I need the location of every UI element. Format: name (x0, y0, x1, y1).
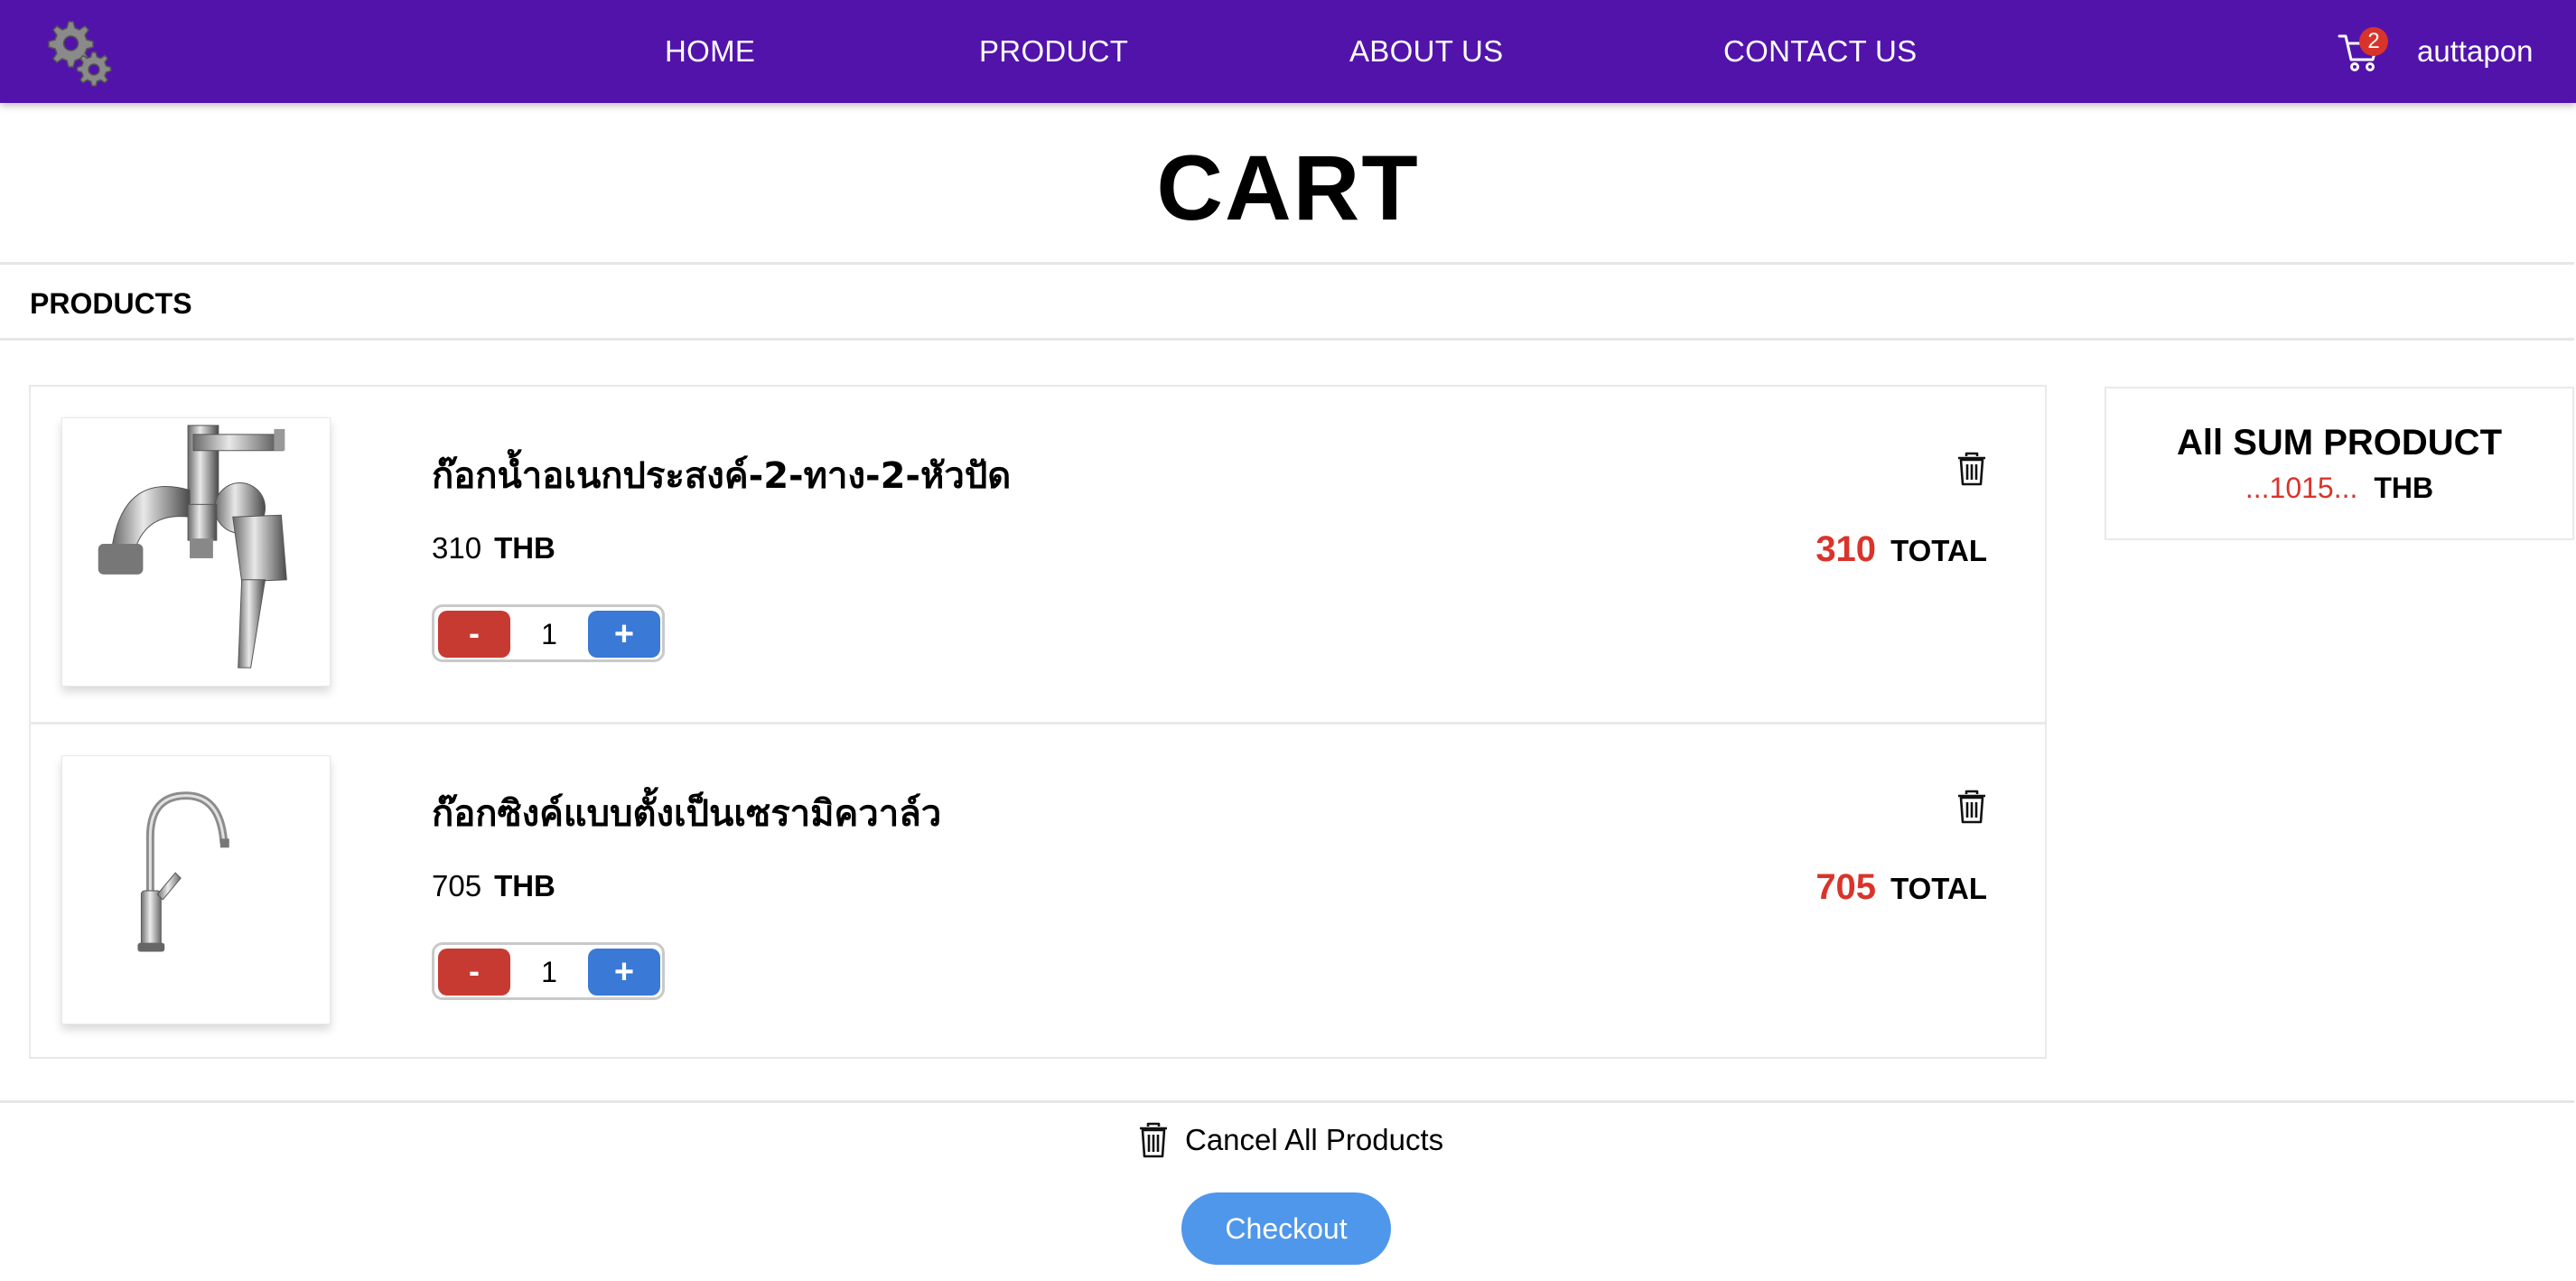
trash-icon (1140, 1122, 1167, 1158)
nav-link-product[interactable]: PRODUCT (979, 34, 1128, 69)
line-total: 310 TOTAL (1815, 529, 1987, 570)
unit-price-currency: THB (494, 531, 555, 565)
product-name: ก๊อกน้ำอเนกประสงค์-2-ทาง-2-หัวปัด (432, 455, 1012, 497)
unit-price-value: 705 (432, 869, 482, 902)
line-total-label: TOTAL (1890, 534, 1987, 567)
cart-items-list: ก๊อกน้ำอเนกประสงค์-2-ทาง-2-หัวปัด 310 THB… (29, 385, 2047, 1059)
product-name: ก๊อกซิงค์แบบตั้งเป็นเซรามิควาล์ว (432, 793, 942, 835)
section-label-products: PRODUCTS (30, 287, 192, 320)
summary-total-currency: THB (2374, 472, 2434, 504)
user-menu[interactable]: auttapon (2417, 34, 2533, 69)
summary-total-value: ...1015... (2245, 472, 2358, 504)
product-image-faucet-two-way[interactable] (61, 417, 331, 687)
summary-total: ...1015... THB (2106, 472, 2572, 505)
checkout-button[interactable]: Checkout (1181, 1192, 1391, 1265)
divider (0, 338, 2574, 341)
nav-link-contact-us[interactable]: CONTACT US (1723, 34, 1917, 69)
line-total-value: 705 (1815, 867, 1877, 907)
cancel-all-label: Cancel All Products (1185, 1123, 1444, 1156)
increase-quantity-button[interactable]: + (588, 949, 660, 996)
quantity-stepper: - 1 + (432, 604, 665, 662)
quantity-value[interactable]: 1 (510, 611, 588, 658)
unit-price: 705 THB (432, 869, 555, 903)
decrease-quantity-button[interactable]: - (438, 611, 510, 658)
cancel-all-products-button[interactable]: Cancel All Products (1138, 1120, 1443, 1160)
increase-quantity-button[interactable]: + (588, 611, 660, 658)
unit-price-value: 310 (432, 531, 482, 565)
delete-item-trash-icon[interactable] (1956, 790, 1987, 824)
cart-item: ก๊อกซิงค์แบบตั้งเป็นเซรามิควาล์ว 705 THB … (31, 722, 2045, 1057)
summary-title: All SUM PRODUCT (2177, 423, 2502, 463)
cart-summary-panel: All SUM PRODUCT ...1015... THB (2105, 387, 2574, 540)
line-total-label: TOTAL (1890, 872, 1987, 905)
divider (0, 262, 2574, 265)
gears-logo-icon[interactable] (42, 16, 114, 89)
line-total-value: 310 (1815, 529, 1877, 569)
cart-count-badge: 2 (2359, 27, 2388, 56)
nav-link-about-us[interactable]: ABOUT US (1349, 34, 1504, 69)
nav-link-home[interactable]: HOME (665, 34, 755, 69)
line-total: 705 TOTAL (1815, 867, 1987, 908)
quantity-stepper: - 1 + (432, 942, 665, 1000)
top-navbar: HOME PRODUCT ABOUT US CONTACT US 2 autta… (0, 0, 2576, 103)
divider (0, 1100, 2574, 1103)
page-title: CART (1156, 136, 1420, 239)
decrease-quantity-button[interactable]: - (438, 949, 510, 996)
unit-price: 310 THB (432, 531, 555, 566)
unit-price-currency: THB (494, 869, 555, 902)
product-image-sink-faucet[interactable] (61, 755, 331, 1024)
quantity-value[interactable]: 1 (510, 949, 588, 996)
cart-item: ก๊อกน้ำอเนกประสงค์-2-ทาง-2-หัวปัด 310 THB… (31, 387, 2045, 722)
delete-item-trash-icon[interactable] (1956, 452, 1987, 486)
